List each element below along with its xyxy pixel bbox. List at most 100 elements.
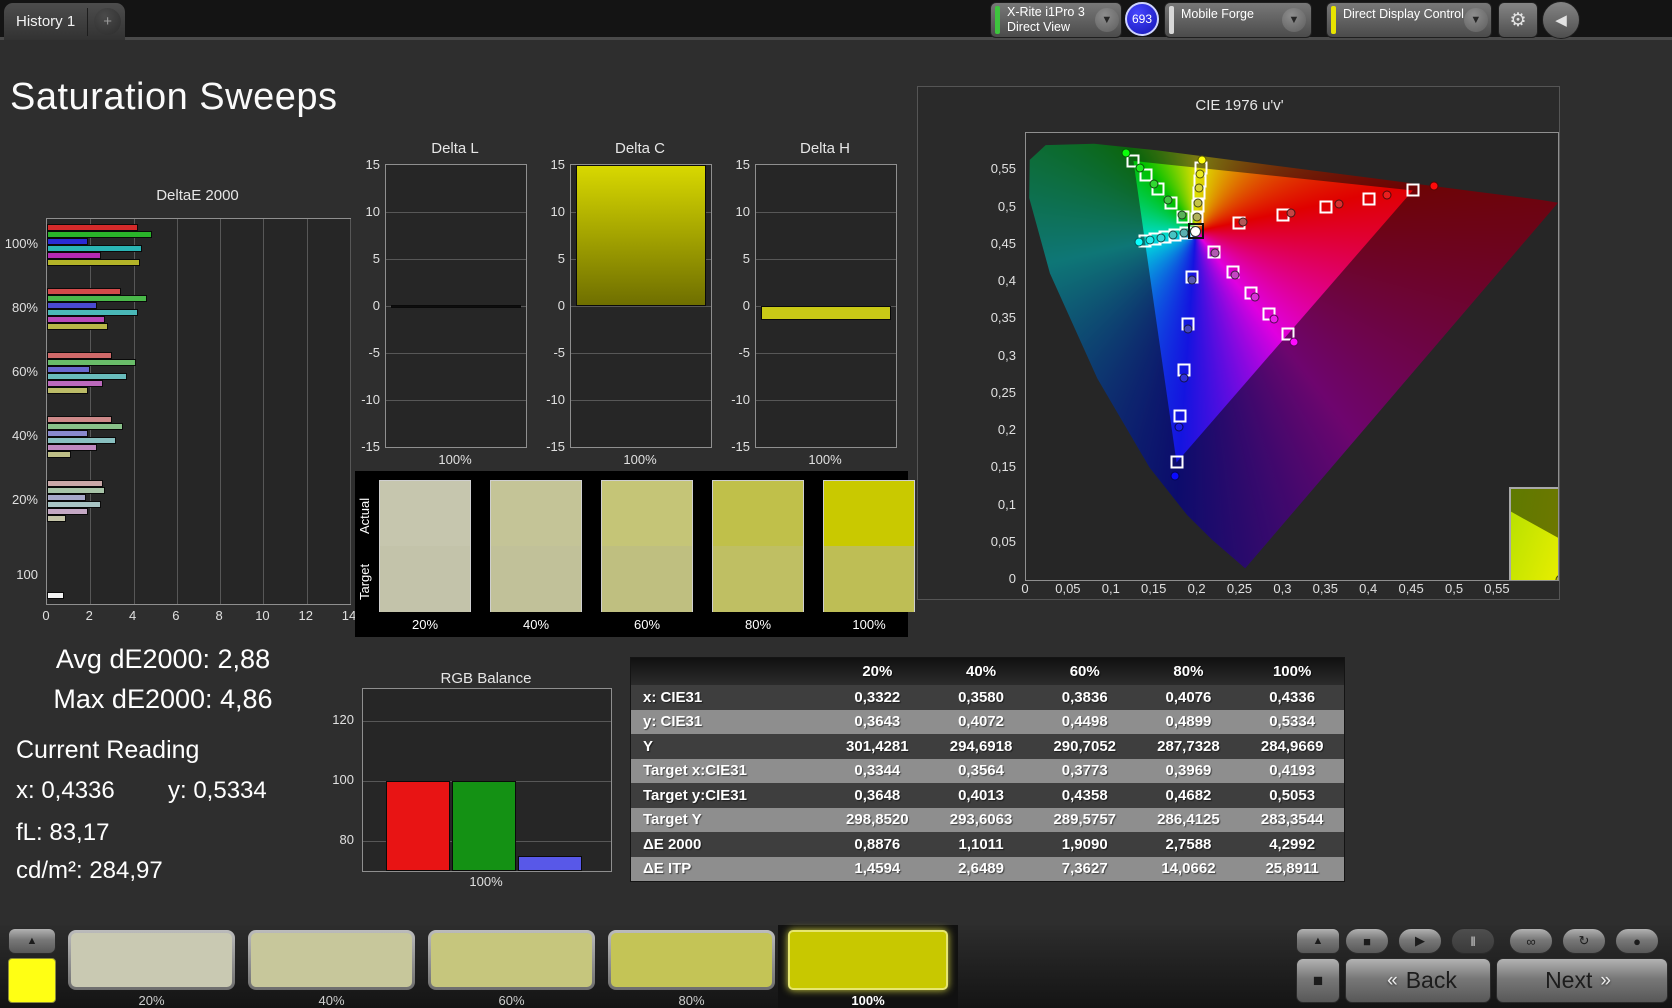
x-tick-label: 0,3 bbox=[1273, 581, 1292, 596]
table-row: ΔE 2000 0,8876 1,1011 1,9090 2,7588 4,2992 bbox=[631, 832, 1344, 857]
record-button[interactable]: ● bbox=[1615, 928, 1659, 954]
y-tick-label: 0,5 bbox=[997, 198, 1016, 214]
back-button-label: Back bbox=[1405, 967, 1457, 993]
stop-button[interactable]: ■ bbox=[1345, 928, 1389, 954]
grid-line bbox=[176, 219, 178, 604]
meter-count-badge: 693 bbox=[1125, 2, 1159, 36]
y-tick-label: 0,25 bbox=[990, 384, 1016, 400]
de-bar-green bbox=[47, 423, 123, 430]
grid-line bbox=[350, 219, 351, 604]
target-color bbox=[713, 546, 803, 612]
de-bar-cyan bbox=[47, 309, 138, 316]
sample-patch-button-20%[interactable] bbox=[68, 930, 235, 990]
cell-value: 1,9090 bbox=[1061, 835, 1108, 853]
sample-patch-button-80%[interactable] bbox=[608, 930, 775, 990]
x-tick-label: 0,05 bbox=[1055, 581, 1081, 596]
expand-right-button[interactable]: ▲ bbox=[1296, 928, 1340, 954]
cell-value: 287,7328 bbox=[1157, 737, 1220, 755]
de-summary: Avg dE2000: 2,88 Max dE2000: 4,86 bbox=[18, 644, 308, 724]
grid-line bbox=[306, 219, 308, 604]
de-bar-red bbox=[47, 352, 112, 359]
delta-h-chart: 15 10 5 0 -5 -10 -15 bbox=[731, 157, 897, 454]
de-bar-magenta bbox=[47, 252, 102, 259]
rgb-x-label: 100% bbox=[469, 874, 503, 889]
rgb-bar-blue bbox=[518, 856, 582, 871]
add-tab-button[interactable]: + bbox=[94, 8, 122, 35]
table-row: Target y:CIE31 0,3648 0,4013 0,4358 0,4682 0,… bbox=[631, 783, 1344, 808]
cie-1976-panel: CIE 1976 u'v' 0 0,05 0,1 0,15 0,2 0,25 0,3 0,35… bbox=[917, 86, 1560, 600]
measured-dot-green bbox=[1177, 210, 1187, 220]
next-button[interactable]: Next » bbox=[1496, 958, 1668, 1003]
chevrons-left-icon: « bbox=[1387, 969, 1398, 991]
target-color bbox=[380, 546, 470, 612]
delta_c-bar bbox=[576, 165, 706, 306]
source-dropdown[interactable]: Mobile Forge ▼ bbox=[1164, 2, 1312, 38]
grid-line bbox=[220, 219, 222, 604]
cell-value: 294,6918 bbox=[949, 737, 1013, 755]
display-control-dropdown[interactable]: Direct Display Control ▼ bbox=[1326, 2, 1492, 38]
chevron-down-icon[interactable]: ▼ bbox=[1094, 8, 1119, 32]
stop-pattern-button[interactable]: ■ bbox=[1296, 958, 1340, 1003]
loop-button[interactable]: ∞ bbox=[1509, 928, 1553, 954]
measured-dot-magenta bbox=[1269, 314, 1279, 324]
pause-button[interactable]: ‖ bbox=[1451, 928, 1495, 954]
sample-patch-button-100%[interactable] bbox=[788, 930, 948, 990]
y-tick-label: 0,45 bbox=[990, 235, 1016, 251]
refresh-button[interactable]: ↻ bbox=[1562, 928, 1606, 954]
chevrons-right-icon: » bbox=[1600, 969, 1611, 991]
de-bar-cyan bbox=[47, 501, 102, 508]
de-bar-red bbox=[47, 288, 121, 295]
delta-c-x-label: 100% bbox=[623, 452, 657, 467]
play-button[interactable]: ▶ bbox=[1398, 928, 1442, 954]
display-control-name: Direct Display Control bbox=[1343, 7, 1464, 21]
patch-label: 80% bbox=[678, 993, 705, 1008]
de-bar-green bbox=[47, 487, 106, 494]
y-tick-label: 0 bbox=[372, 298, 380, 313]
y-tick-label: 0 bbox=[742, 298, 750, 313]
max-de2000: Max dE2000: 4,86 bbox=[53, 684, 273, 714]
meter-name: X-Rite i1Pro 3 bbox=[1007, 5, 1085, 19]
de-bar-yellow bbox=[47, 451, 71, 458]
x-tick-label: 0,45 bbox=[1398, 581, 1424, 596]
x-tick-label: 0,4 bbox=[1359, 581, 1378, 596]
meter-dropdown[interactable]: X-Rite i1Pro 3 Direct View ▼ bbox=[990, 2, 1122, 38]
patch-color bbox=[611, 933, 772, 987]
collapse-panel-button[interactable]: ◀ bbox=[1542, 1, 1580, 39]
expand-left-button[interactable]: ▲ bbox=[8, 928, 56, 954]
sample-patch-button-60%[interactable] bbox=[428, 930, 595, 990]
delta_h-bar bbox=[761, 306, 891, 321]
chevron-down-icon[interactable]: ▼ bbox=[1282, 8, 1306, 32]
y-tick-label: -10 bbox=[546, 392, 565, 407]
row-label: ΔE 2000 bbox=[643, 835, 702, 853]
back-button[interactable]: « Back bbox=[1345, 958, 1491, 1003]
meter-status-stripe bbox=[995, 6, 1000, 34]
current-reading: Current Reading x: 0,4336 y: 0,5334 fL: … bbox=[16, 736, 316, 885]
sample-patch-button-40%[interactable] bbox=[248, 930, 415, 990]
y-tick-label: 5 bbox=[557, 251, 565, 266]
top-bar: History 1 + X-Rite i1Pro 3 Direct View ▼… bbox=[0, 0, 1672, 40]
measured-dot-red bbox=[1382, 190, 1392, 200]
measured-dot-red bbox=[1238, 217, 1248, 227]
de-group-label: 40% bbox=[11, 428, 38, 443]
table-row: x: CIE31 0,3322 0,3580 0,3836 0,4076 0,4336 bbox=[631, 685, 1344, 710]
de-bar-red bbox=[47, 224, 138, 231]
table-row: Target Y 298,8520 293,6063 289,5757 286,4125… bbox=[631, 807, 1344, 832]
history-tab[interactable]: History 1 + bbox=[4, 3, 126, 40]
de-bar-red bbox=[47, 416, 112, 423]
actual-color bbox=[713, 481, 803, 546]
actual-color bbox=[602, 481, 692, 546]
cell-value: 0,5334 bbox=[1269, 713, 1316, 731]
target-color bbox=[602, 546, 692, 612]
chevron-down-icon[interactable]: ▼ bbox=[1463, 8, 1488, 32]
compare-swatch-label: 60% bbox=[633, 617, 661, 632]
x-tick-label: 0,5 bbox=[1444, 581, 1464, 596]
target-square-red bbox=[1406, 183, 1420, 197]
settings-button[interactable]: ⚙ bbox=[1498, 2, 1538, 38]
cell-value: 0,4498 bbox=[1061, 713, 1108, 731]
rgb-balance-title: RGB Balance bbox=[440, 670, 532, 687]
row-label: Y bbox=[643, 737, 654, 755]
de-bar-red bbox=[47, 480, 104, 487]
y-tick-label: -15 bbox=[361, 439, 380, 454]
grid-line bbox=[756, 259, 896, 260]
de-bar-green bbox=[47, 359, 136, 366]
